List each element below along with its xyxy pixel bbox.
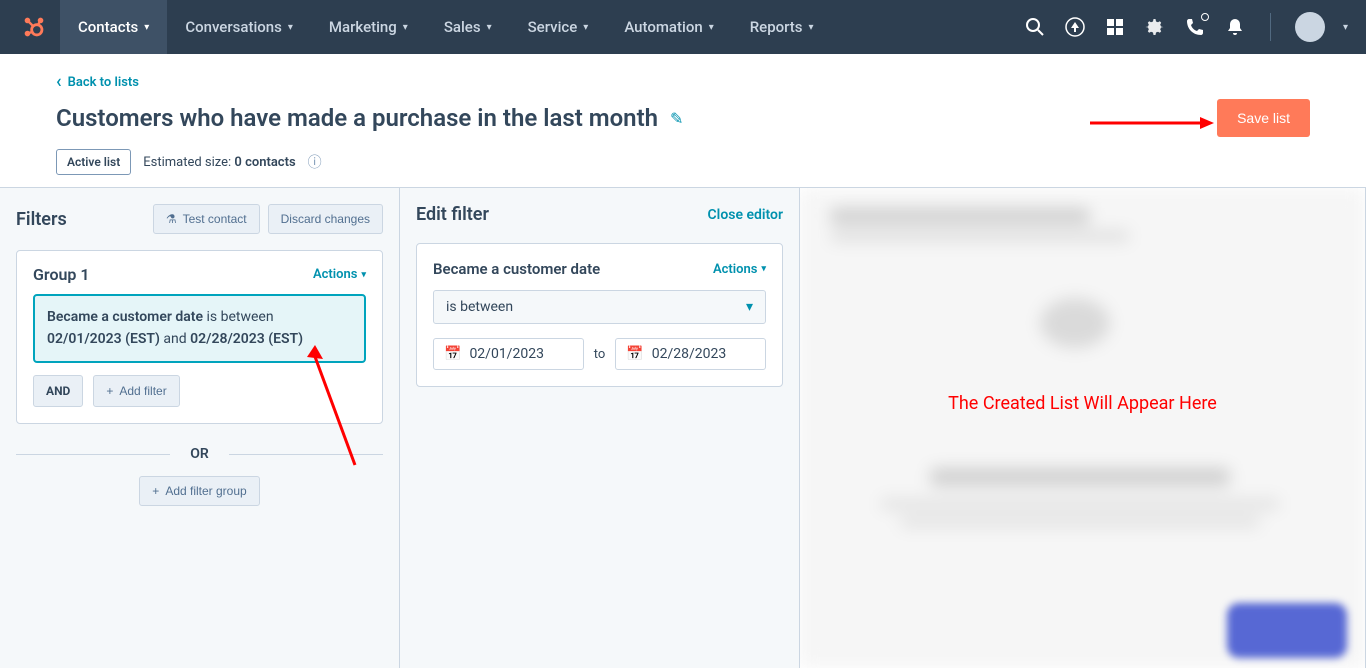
plus-icon: + [152,484,159,498]
nav-item-sales[interactable]: Sales ▾ [426,0,510,54]
chevron-down-icon: ▾ [288,22,293,33]
preview-overlay-annotation: The Created List Will Appear Here [948,393,1217,414]
calendar-icon: 📅 [626,346,643,362]
chevron-down-icon: ▾ [746,299,753,315]
chevron-down-icon: ▾ [487,22,492,33]
nav-item-label: Reports [750,18,803,36]
phone-icon[interactable] [1184,16,1206,38]
annotation-arrow-save [1090,113,1215,133]
avatar[interactable] [1295,12,1325,42]
nav-item-automation[interactable]: Automation ▾ [606,0,731,54]
operator-select[interactable]: is between ▾ [433,290,766,324]
chevron-down-icon: ▾ [144,22,149,33]
back-to-lists-link[interactable]: Back to lists [56,73,139,91]
flask-icon: ⚗ [166,212,177,226]
nav-item-conversations[interactable]: Conversations ▾ [167,0,311,54]
and-badge: AND [33,375,83,407]
estimated-size-text: Estimated size: 0 contacts [143,155,295,170]
nav-right: ▾ [1024,12,1358,42]
date-to-value: 02/28/2023 [652,346,727,362]
date-from-value: 02/01/2023 [469,346,544,362]
chevron-down-icon: ▾ [583,22,588,33]
nav-item-label: Contacts [78,18,138,36]
filters-title: Filters [16,209,67,230]
to-label: to [594,347,606,362]
plus-icon: + [106,384,113,398]
chevron-down-icon: ▾ [361,270,366,280]
annotation-arrow-filter [305,345,365,475]
nav-item-label: Service [528,18,578,36]
nav-item-label: Conversations [185,18,282,36]
edit-pencil-icon[interactable]: ✎ [670,109,683,128]
edit-filter-title: Edit filter [416,204,489,225]
nav-item-label: Sales [444,18,481,36]
chevron-down-icon: ▾ [809,22,814,33]
add-filter-button[interactable]: +Add filter [93,375,179,407]
add-filter-group-button[interactable]: +Add filter group [139,476,259,506]
edit-filter-card: Became a customer date Actions▾ is betwe… [416,243,783,387]
settings-gear-icon[interactable] [1144,16,1166,38]
nav-item-contacts[interactable]: Contacts ▾ [60,0,167,54]
top-nav: Contacts ▾ Conversations ▾ Marketing ▾ Sale… [0,0,1366,54]
edit-filter-field-title: Became a customer date [433,260,600,278]
save-list-button[interactable]: Save list [1217,99,1310,137]
list-type-badge: Active list [56,149,131,175]
operator-value: is between [446,299,513,315]
chevron-down-icon: ▾ [403,22,408,33]
date-from-input[interactable]: 📅 02/01/2023 [433,338,584,370]
upgrade-icon[interactable] [1064,16,1086,38]
nav-item-service[interactable]: Service ▾ [510,0,607,54]
main-content: Filters ⚗Test contact Discard changes Gr… [0,187,1366,668]
date-to-input[interactable]: 📅 02/28/2023 [615,338,766,370]
nav-item-label: Automation [624,18,702,36]
nav-item-label: Marketing [329,18,397,36]
discard-changes-button[interactable]: Discard changes [268,204,383,234]
nav-divider [1270,13,1271,41]
close-editor-link[interactable]: Close editor [708,207,783,223]
hubspot-logo-icon[interactable] [20,13,48,41]
group-actions-dropdown[interactable]: Actions▾ [313,267,366,282]
chevron-down-icon: ▾ [709,22,714,33]
nav-item-reports[interactable]: Reports ▾ [732,0,832,54]
page-title: Customers who have made a purchase in th… [56,104,658,132]
edit-filter-actions-dropdown[interactable]: Actions▾ [713,262,766,277]
edit-filter-panel: Edit filter Close editor Became a custom… [400,188,800,668]
info-icon[interactable]: ⓘ [308,152,322,172]
notifications-bell-icon[interactable] [1224,16,1246,38]
search-icon[interactable] [1024,16,1046,38]
group-title: Group 1 [33,265,90,284]
chat-widget[interactable] [1227,603,1347,658]
test-contact-button[interactable]: ⚗Test contact [153,204,260,234]
preview-panel: The Created List Will Appear Here [800,188,1366,668]
calendar-icon: 📅 [444,346,461,362]
nav-item-marketing[interactable]: Marketing ▾ [311,0,426,54]
nav-items: Contacts ▾ Conversations ▾ Marketing ▾ Sale… [60,0,832,54]
chevron-down-icon: ▾ [761,264,766,274]
preview-blurred-content [800,188,1365,668]
chevron-down-icon[interactable]: ▾ [1343,22,1348,33]
marketplace-icon[interactable] [1104,16,1126,38]
